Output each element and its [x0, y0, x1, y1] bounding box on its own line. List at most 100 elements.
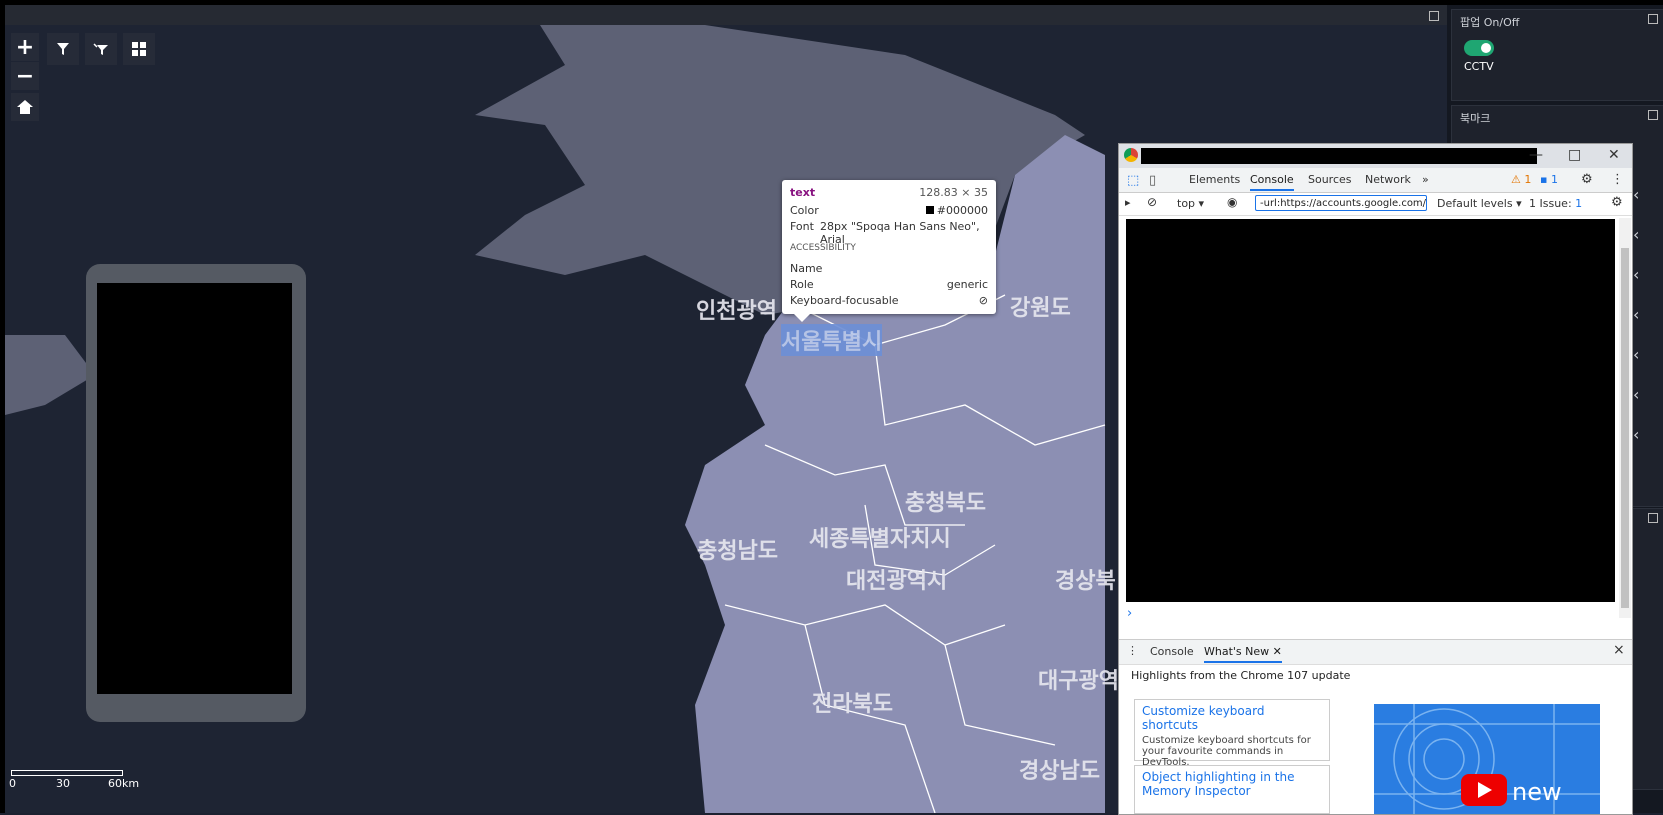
tooltip-focus-label: Keyboard-focusable	[790, 294, 899, 307]
region-gyeongnam[interactable]: 경상남도	[1019, 753, 1100, 785]
drawer-tabbar: ⋮ Console What's New ✕ ×	[1119, 639, 1632, 665]
context-select[interactable]: top ▾	[1177, 197, 1204, 210]
live-expression-icon[interactable]: ◉	[1227, 195, 1237, 209]
bookmark-panel-title: 북마크	[1460, 112, 1491, 125]
tooltip-role-label: Role	[790, 278, 814, 291]
region-jeonbuk[interactable]: 전라북도	[812, 686, 893, 718]
settings-icon[interactable]: ⚙	[1581, 172, 1593, 187]
levels-value: Default levels	[1437, 197, 1513, 210]
filter-clear-icon	[93, 43, 108, 55]
card-2-title[interactable]: Object highlighting in the Memory Inspec…	[1142, 770, 1322, 798]
collapse-chevron-5[interactable]: ‹	[1633, 345, 1639, 364]
map-header-bar	[5, 5, 1447, 25]
card-1-title[interactable]: Customize keyboard shortcuts	[1142, 704, 1322, 732]
grid-button[interactable]	[123, 33, 155, 65]
region-daegu[interactable]: 대구광역	[1038, 663, 1119, 695]
scale-label-0: 0	[9, 777, 16, 790]
warnings-badge[interactable]: ⚠ 1	[1511, 173, 1531, 186]
region-chungbuk[interactable]: 충청북도	[905, 485, 986, 517]
drawer-tab-whats-new[interactable]: What's New ✕	[1204, 645, 1282, 663]
promo-new-text: new	[1512, 778, 1562, 806]
region-seoul[interactable]: 서울특별시	[781, 324, 883, 356]
not-allowed-icon: ⊘	[978, 294, 988, 307]
devtools-url-redacted	[1141, 148, 1537, 164]
collapse-chevron-2[interactable]: ‹	[1633, 225, 1639, 244]
scale-label-60: 60km	[108, 777, 140, 790]
land-west	[5, 335, 95, 415]
scale-line	[11, 770, 123, 776]
collapse-chevron-6[interactable]: ‹	[1633, 385, 1639, 404]
tab-network[interactable]: Network	[1365, 173, 1411, 186]
collapse-chevron-1[interactable]: ‹	[1633, 185, 1639, 204]
drawer-close-button[interactable]: ×	[1613, 642, 1625, 658]
messages-count: 1	[1550, 173, 1558, 186]
console-toolbar: ▸ ⊘ top ▾ ◉ -url:https://accounts.google…	[1119, 193, 1632, 216]
region-chungnam[interactable]: 충청남도	[697, 533, 778, 565]
region-gyeongbuk[interactable]: 경상북	[1055, 563, 1116, 595]
phone-screen	[97, 283, 292, 694]
youtube-play-icon[interactable]	[1461, 774, 1507, 806]
lower-panel-maximize-icon[interactable]	[1648, 513, 1658, 523]
console-scrollbar[interactable]	[1619, 218, 1631, 618]
maximize-icon[interactable]: □	[1568, 147, 1581, 163]
whats-new-card-2[interactable]: Object highlighting in the Memory Inspec…	[1134, 765, 1330, 814]
bookmark-panel-maximize-icon[interactable]	[1648, 110, 1658, 120]
tab-console[interactable]: Console	[1250, 173, 1294, 191]
kebab-menu-icon[interactable]: ⋮	[1611, 172, 1624, 187]
window-frame-left	[0, 0, 5, 813]
region-daejeon[interactable]: 대전광역시	[846, 563, 947, 595]
console-output-redacted	[1126, 219, 1615, 602]
whats-new-video-thumbnail[interactable]: new	[1374, 704, 1600, 814]
inspect-element-icon[interactable]: ⬚	[1127, 173, 1139, 188]
console-prompt[interactable]: ›	[1127, 606, 1132, 621]
filter-icon	[57, 43, 69, 55]
issues-button[interactable]: 1 Issue: 1	[1529, 197, 1582, 210]
collapse-chevron-3[interactable]: ‹	[1633, 265, 1639, 284]
zoom-in-button[interactable]: +	[11, 33, 39, 61]
whats-new-card-1[interactable]: Customize keyboard shortcuts Customize k…	[1134, 699, 1330, 768]
popup-panel: 팝업 On/Off CCTV	[1451, 9, 1663, 101]
console-filter-input[interactable]: -url:https://accounts.google.com/	[1255, 195, 1427, 211]
cctv-label: CCTV	[1464, 60, 1494, 73]
levels-select[interactable]: Default levels ▾	[1437, 197, 1522, 210]
issues-count: 1	[1575, 197, 1583, 210]
close-icon[interactable]: ✕	[1608, 147, 1620, 163]
filter-button[interactable]	[47, 33, 79, 65]
tab-sources[interactable]: Sources	[1308, 173, 1352, 186]
inspect-tooltip: text 128.83 × 35 Color #000000 Font 28px "S…	[782, 180, 996, 322]
context-value: top	[1177, 197, 1196, 210]
tooltip-role-value: generic	[946, 278, 988, 291]
map-maximize-icon[interactable]	[1429, 11, 1439, 21]
device-toolbar-icon[interactable]: ▯	[1149, 173, 1156, 188]
home-button[interactable]	[11, 93, 39, 121]
tooltip-color-value: #000000	[936, 204, 988, 217]
whats-new-heading: Highlights from the Chrome 107 update	[1131, 669, 1351, 682]
drawer-tab-whats-new-label: What's New	[1204, 645, 1270, 658]
console-settings-icon[interactable]: ⚙	[1611, 195, 1623, 210]
clear-console-icon[interactable]: ⊘	[1147, 195, 1157, 209]
region-incheon[interactable]: 인천광역	[696, 293, 777, 325]
collapse-chevron-4[interactable]: ‹	[1633, 305, 1639, 324]
zoom-out-button[interactable]: −	[11, 62, 39, 90]
filter-clear-button[interactable]	[85, 33, 117, 65]
drawer-tab-console[interactable]: Console	[1150, 645, 1194, 658]
window-frame-top	[0, 0, 1663, 5]
console-scrollbar-thumb[interactable]	[1621, 248, 1629, 608]
zoom-in-icon: +	[15, 34, 35, 60]
collapse-chevron-7[interactable]: ‹	[1633, 425, 1639, 444]
region-gangwon[interactable]: 강원도	[1010, 290, 1071, 322]
more-tabs-button[interactable]: »	[1422, 173, 1429, 186]
warnings-count: 1	[1524, 173, 1532, 186]
tooltip-tag: text	[790, 186, 816, 199]
region-sejong[interactable]: 세종특별자치시	[809, 521, 951, 553]
tooltip-font-value: 28px "Spoqa Han Sans Neo", Arial	[819, 220, 980, 246]
color-swatch-icon	[925, 206, 934, 214]
messages-badge[interactable]: ▪ 1	[1540, 173, 1558, 186]
minimize-icon[interactable]: —	[1529, 147, 1543, 163]
cctv-toggle[interactable]	[1464, 40, 1494, 56]
sidebar-toggle-icon[interactable]: ▸	[1125, 196, 1131, 209]
tab-elements[interactable]: Elements	[1189, 173, 1240, 186]
tooltip-name-label: Name	[790, 262, 823, 275]
drawer-menu-icon[interactable]: ⋮	[1127, 644, 1138, 657]
popup-panel-maximize-icon[interactable]	[1648, 14, 1658, 24]
